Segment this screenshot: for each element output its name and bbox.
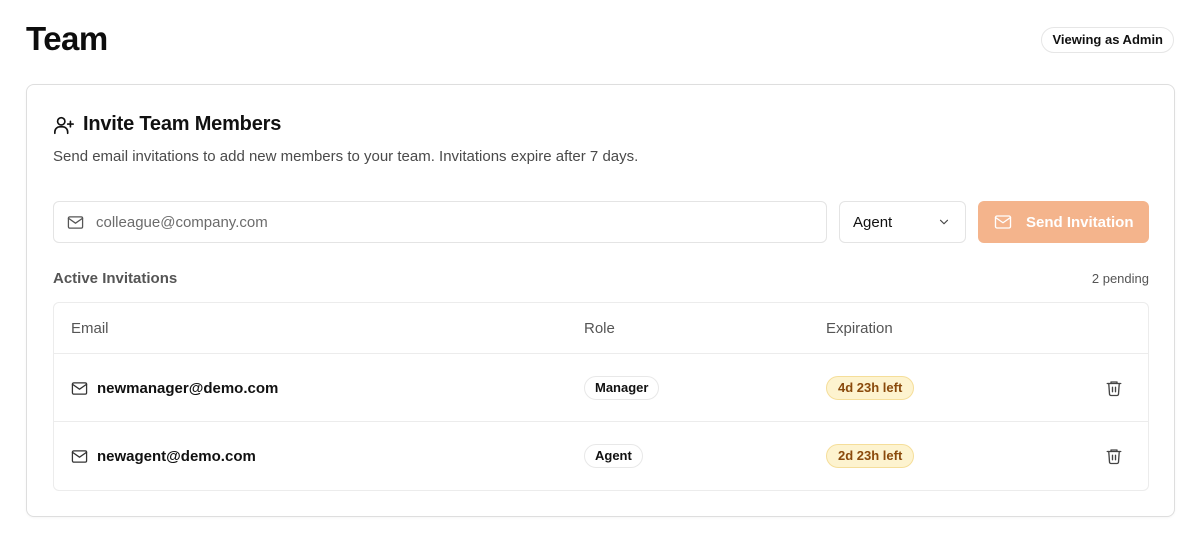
email-input[interactable] — [96, 213, 776, 231]
table-header: Email Role Expiration — [54, 303, 1148, 354]
expiration-badge: 2d 23h left — [826, 444, 915, 468]
mail-icon — [71, 380, 88, 397]
user-plus-icon — [53, 114, 75, 136]
viewing-role-badge: Viewing as Admin — [1041, 27, 1174, 53]
role-badge: Manager — [584, 376, 660, 400]
mail-icon — [994, 213, 1012, 231]
invitation-email: newagent@demo.com — [97, 447, 256, 465]
role-select-value: Agent — [853, 213, 893, 231]
column-header-expiration: Expiration — [826, 320, 893, 337]
invite-header: Invite Team Members — [53, 113, 281, 136]
trash-icon — [1105, 447, 1123, 465]
mail-icon — [71, 448, 88, 465]
send-invitation-label: Send Invitation — [1026, 213, 1134, 231]
page-title: Team — [26, 20, 108, 57]
invitation-email: newmanager@demo.com — [97, 379, 279, 397]
active-invitations-label: Active Invitations — [53, 270, 178, 287]
invite-description: Send email invitations to add new member… — [53, 148, 639, 165]
invitations-table: Email Role Expiration newmanager@demo.co… — [53, 302, 1149, 491]
chevron-down-icon — [937, 215, 951, 229]
send-invitation-button[interactable]: Send Invitation — [978, 201, 1149, 243]
trash-icon — [1105, 379, 1123, 397]
invitation-email-cell: newmanager@demo.com — [71, 354, 278, 422]
invite-card: Invite Team Members Send email invitatio… — [26, 84, 1175, 517]
mail-icon — [67, 214, 84, 231]
invitation-email-cell: newagent@demo.com — [71, 422, 256, 490]
pending-count: 2 pending — [1091, 271, 1149, 286]
column-header-email: Email — [71, 320, 109, 337]
role-badge: Agent — [584, 444, 643, 468]
table-row: newagent@demo.com Agent 2d 23h left — [54, 422, 1148, 490]
table-row: newmanager@demo.com Manager 4d 23h left — [54, 354, 1148, 422]
column-header-role: Role — [584, 320, 615, 337]
role-select[interactable]: Agent — [839, 201, 966, 243]
delete-invitation-button[interactable] — [1105, 379, 1123, 397]
expiration-badge: 4d 23h left — [826, 376, 915, 400]
delete-invitation-button[interactable] — [1105, 447, 1123, 465]
invite-title: Invite Team Members — [83, 113, 282, 135]
email-field[interactable] — [53, 201, 827, 243]
